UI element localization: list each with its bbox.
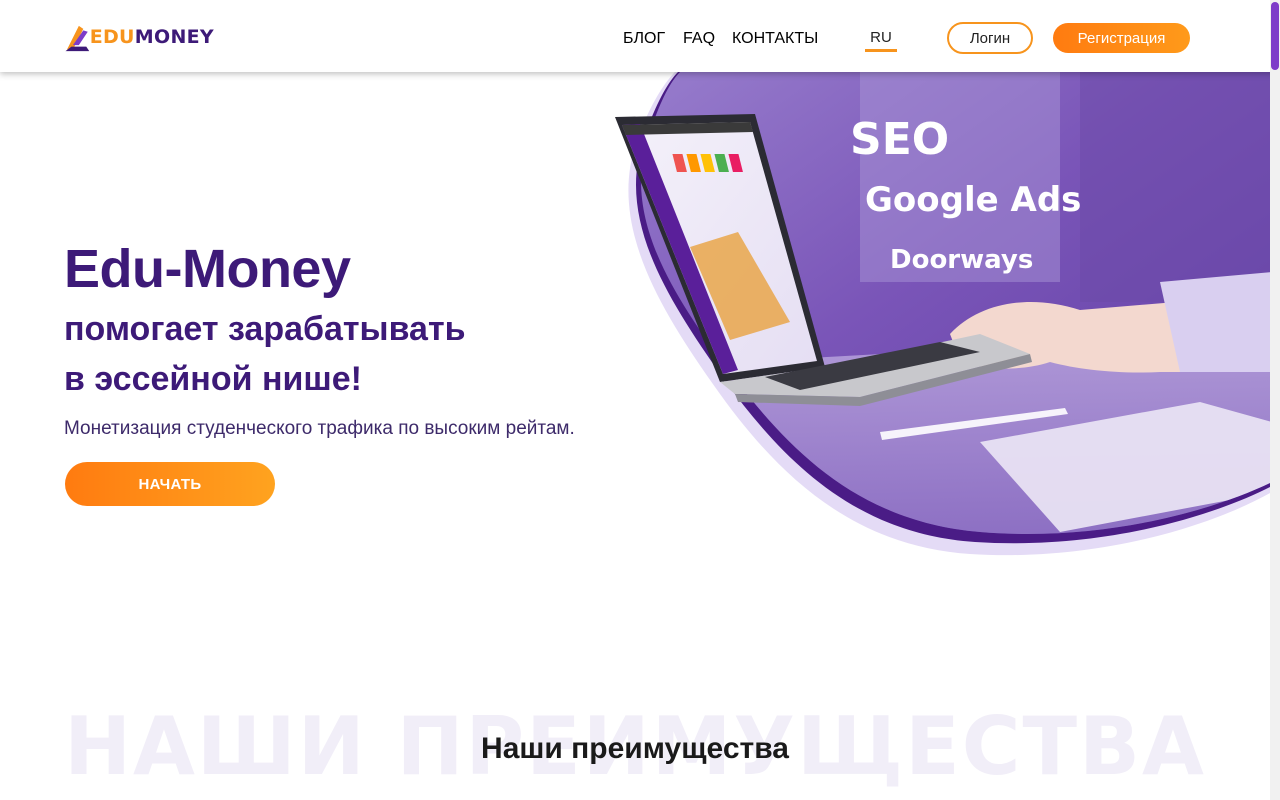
language-switcher[interactable]: RU: [865, 29, 897, 52]
hero-subtitle-line2: в эссейной нише!: [64, 360, 362, 398]
login-button[interactable]: Логин: [947, 22, 1033, 54]
hero-word-google-ads: Google Ads: [865, 180, 1082, 220]
hero-word-doorways: Doorways: [890, 245, 1034, 275]
nav-contacts[interactable]: КОНТАКТЫ: [732, 30, 818, 48]
advantages-title: Наши преимущества: [481, 732, 789, 765]
logo-text: EDUMONEY: [89, 26, 214, 48]
start-button[interactable]: НАЧАТЬ: [65, 462, 275, 506]
logo[interactable]: EDUMONEY: [64, 16, 214, 58]
scrollbar[interactable]: [1270, 0, 1280, 800]
hero-description: Монетизация студенческого трафика по выс…: [64, 418, 575, 439]
hero-title: Edu-Money: [64, 239, 351, 299]
site-header: EDUMONEY БЛОГ FAQ КОНТАКТЫ RU Логин Реги…: [0, 0, 1280, 72]
register-button[interactable]: Регистрация: [1053, 23, 1190, 53]
hero-word-seo: SEO: [850, 114, 950, 165]
nav-faq[interactable]: FAQ: [683, 30, 715, 48]
scrollbar-thumb[interactable]: [1271, 2, 1279, 70]
nav-blog[interactable]: БЛОГ: [623, 30, 665, 48]
hero-subtitle-line1: помогает зарабатывать: [64, 310, 466, 348]
hero-subtitle: помогает зарабатывать в эссейной нише!: [64, 304, 466, 404]
